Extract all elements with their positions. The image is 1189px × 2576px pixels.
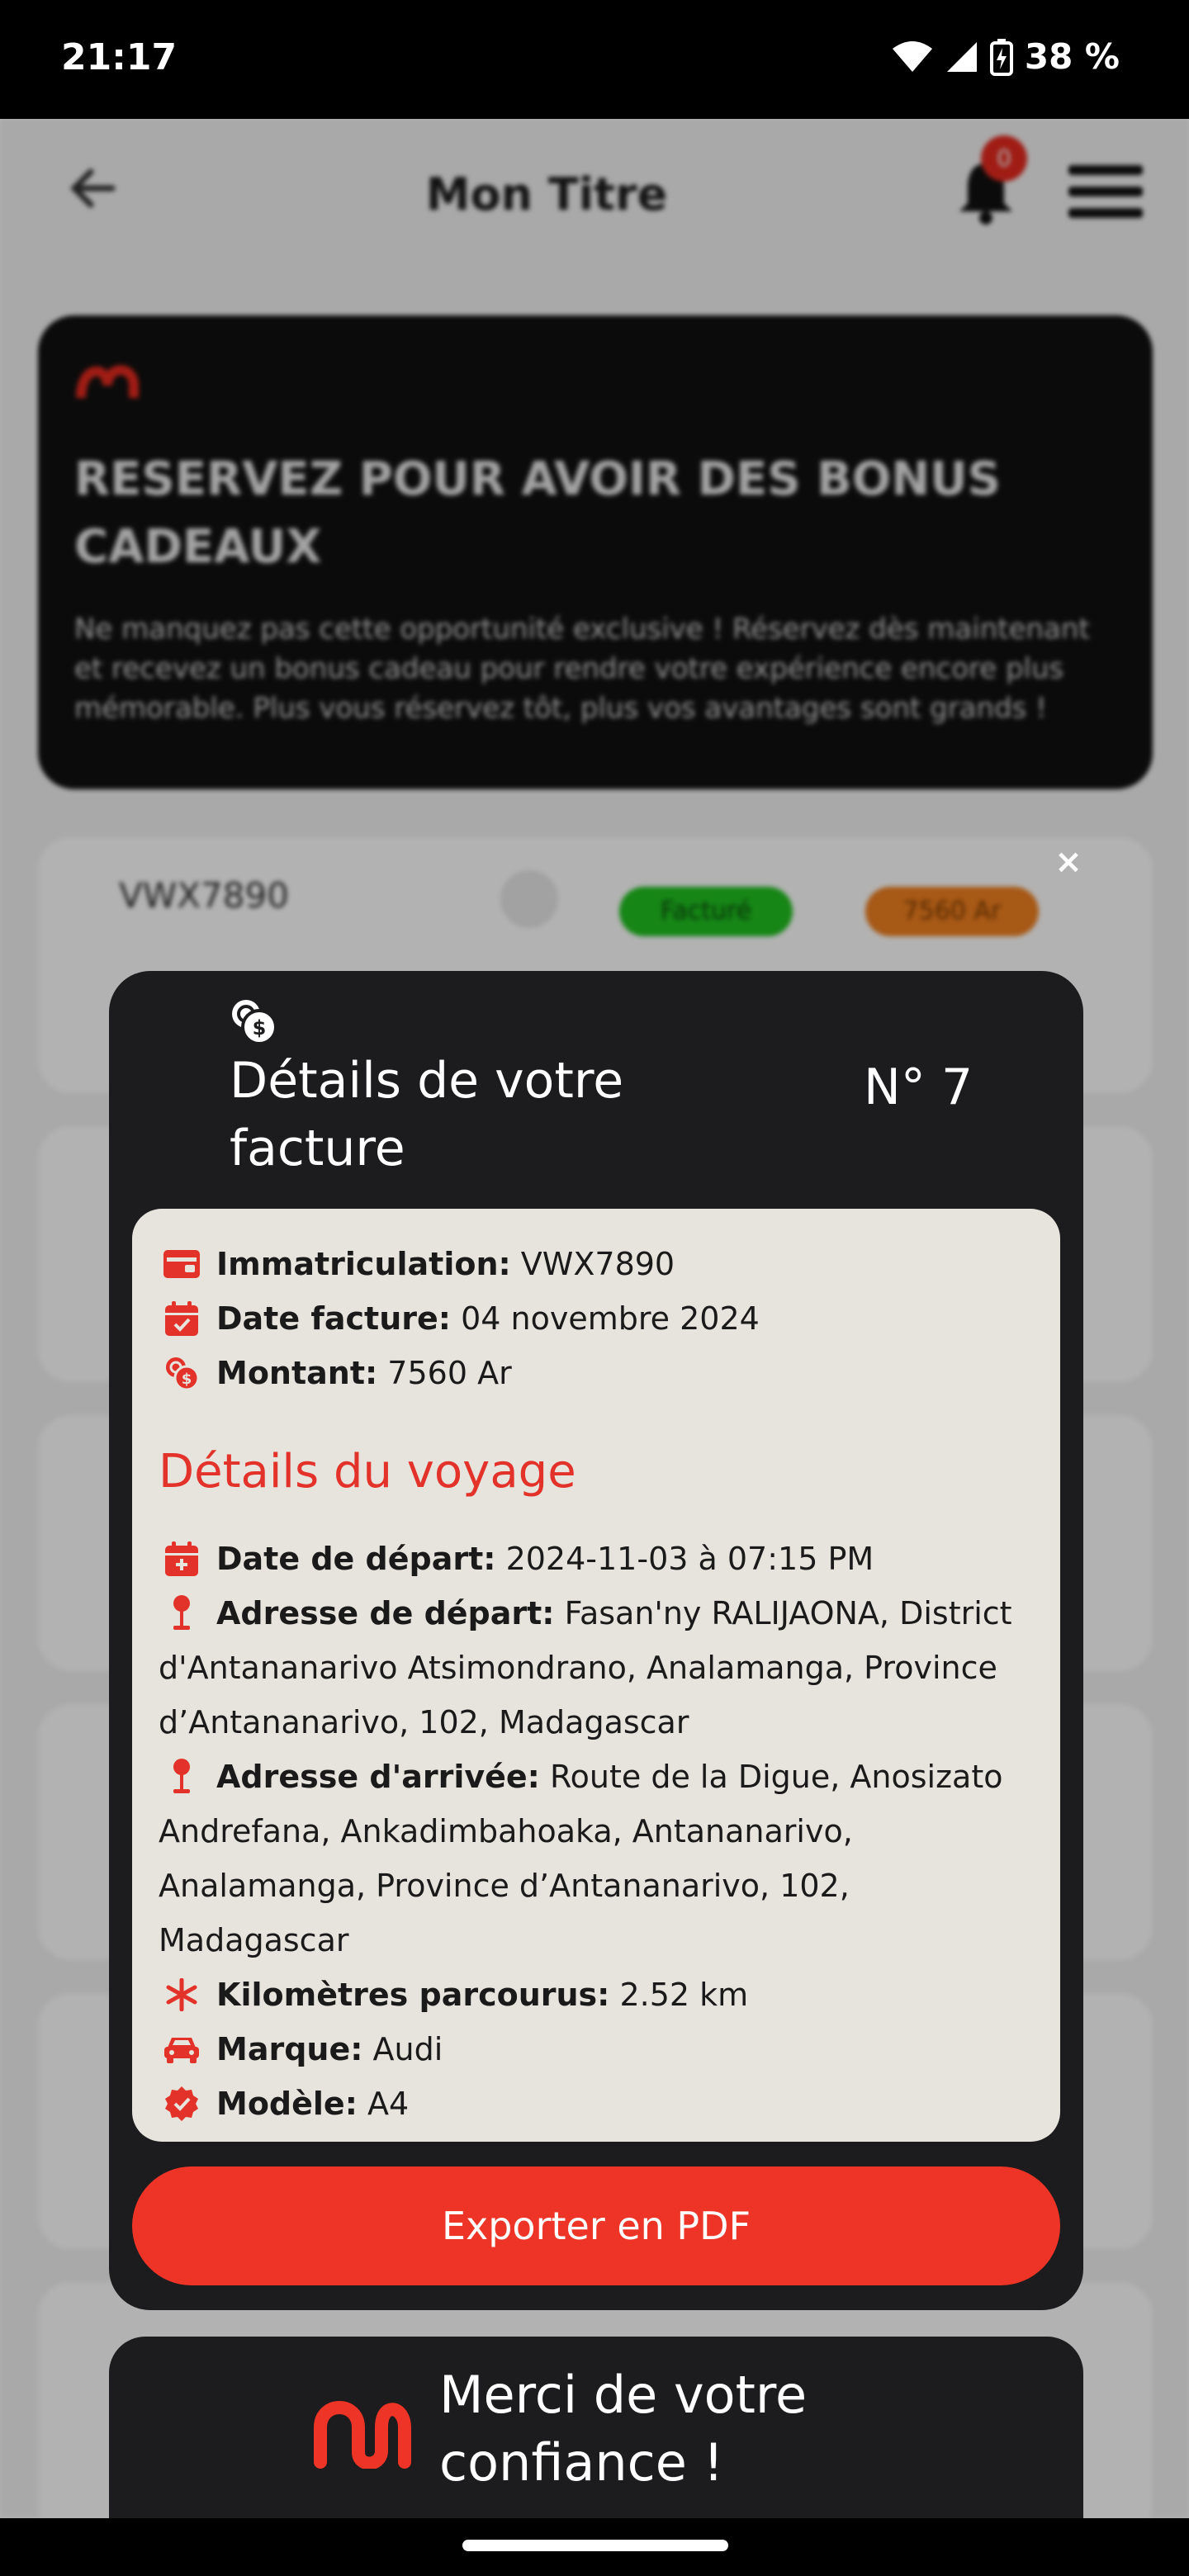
map-pin-icon: [159, 1755, 205, 1797]
brand-label: Marque:: [216, 2031, 363, 2067]
registration-row: Immatriculation: VWX7890: [159, 1237, 1035, 1291]
car-icon: [159, 2022, 205, 2076]
svg-text:$: $: [253, 1016, 267, 1039]
trip-details-heading: Détails du voyage: [159, 1445, 576, 1499]
departure-date-value: 2024-11-03 à 07:15 PM: [505, 1541, 874, 1577]
distance-row: Kilomètres parcourus: 2.52 km: [159, 1968, 1035, 2022]
invoice-details-panel: Immatriculation: VWX7890 Date facture: 0…: [132, 1209, 1060, 2142]
modal-title: Détails de votre facture: [230, 1052, 624, 1177]
arrival-address-row: Adresse d'arrivée: Route de la Digue, An…: [159, 1750, 1035, 1968]
asterisk-icon: [159, 1968, 205, 2022]
distance-label: Kilomètres parcourus:: [216, 1977, 610, 2013]
invoice-date-row: Date facture: 04 novembre 2024: [159, 1291, 1035, 1346]
departure-address-row: Adresse de départ: Fasan'ny RALIJAONA, D…: [159, 1586, 1035, 1750]
battery-icon: [989, 38, 1013, 76]
wifi-icon: [892, 40, 932, 72]
svg-text:$: $: [182, 1371, 192, 1388]
signal-icon: [946, 41, 977, 72]
arrival-address-label: Adresse d'arrivée:: [216, 1759, 540, 1795]
brand-value: Audi: [372, 2031, 443, 2067]
invoice-details-modal: $ Détails de votre facture N° 7 Immatric…: [109, 971, 1083, 2310]
home-gesture-handle[interactable]: [462, 2540, 728, 2551]
status-bar: 21:17 38 %: [0, 0, 1189, 119]
calendar-plus-icon: [159, 1532, 205, 1586]
brand-row: Marque: Audi: [159, 2022, 1035, 2076]
coins-icon: $: [159, 1346, 205, 1400]
departure-address-label: Adresse de départ:: [216, 1595, 555, 1631]
amount-row: $ Montant: 7560 Ar: [159, 1346, 1035, 1400]
status-icons: 38 %: [891, 36, 1120, 77]
registration-value: VWX7890: [520, 1246, 675, 1282]
battery-level: 38 %: [1024, 36, 1120, 77]
invoice-date-value: 04 novembre 2024: [461, 1300, 760, 1337]
thank-you-banner: Merci de votre confiance !: [109, 2337, 1083, 2520]
brand-logo-icon: [314, 2401, 411, 2469]
invoice-date-label: Date facture:: [216, 1300, 451, 1337]
navigation-bar: [0, 2518, 1189, 2576]
distance-value: 2.52 km: [619, 1977, 749, 2013]
model-value: A4: [367, 2086, 410, 2122]
verified-badge-icon: [159, 2076, 205, 2131]
departure-date-row: Date de départ: 2024-11-03 à 07:15 PM: [159, 1532, 1035, 1586]
status-time: 21:17: [61, 36, 178, 78]
calendar-check-icon: [159, 1291, 205, 1346]
map-pin-icon: [159, 1592, 205, 1633]
amount-value: 7560 Ar: [387, 1355, 512, 1391]
departure-date-label: Date de départ:: [216, 1541, 496, 1577]
registration-label: Immatriculation:: [216, 1246, 511, 1282]
model-label: Modèle:: [216, 2086, 358, 2122]
amount-label: Montant:: [216, 1355, 378, 1391]
id-card-icon: [159, 1237, 205, 1291]
thank-you-text: Merci de votre confiance !: [439, 2365, 808, 2493]
coins-icon: $: [232, 1000, 277, 1045]
invoice-number: N° 7: [864, 1058, 973, 1116]
model-row: Modèle: A4: [159, 2076, 1035, 2131]
close-button[interactable]: ×: [1045, 839, 1092, 885]
export-pdf-button[interactable]: Exporter en PDF: [132, 2166, 1060, 2285]
